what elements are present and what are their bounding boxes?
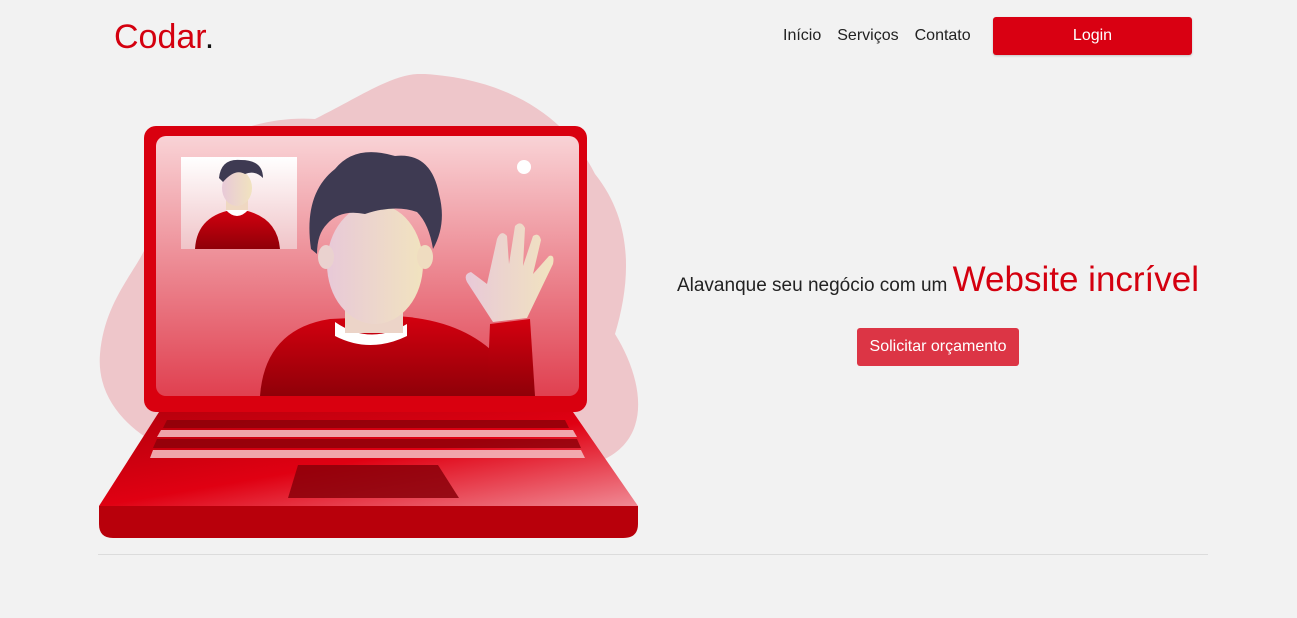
- hero-text: Alavanque seu negócio com um Website inc…: [648, 258, 1228, 366]
- nav-link-servicos[interactable]: Serviços: [837, 26, 898, 46]
- main-nav: Início Serviços Contato: [783, 26, 971, 46]
- hero-headline: Alavanque seu negócio com um Website inc…: [648, 258, 1228, 308]
- login-button[interactable]: Login: [993, 17, 1192, 55]
- request-quote-button[interactable]: Solicitar orçamento: [856, 328, 1020, 366]
- nav-link-contato[interactable]: Contato: [915, 26, 971, 46]
- thumbnail-person: [181, 157, 297, 249]
- laptop-base: [99, 412, 638, 538]
- headline-prefix: Alavanque seu negócio com um: [676, 275, 948, 296]
- laptop-video-call-illustration: [99, 74, 639, 538]
- brand-dot: .: [204, 18, 215, 56]
- brand-name: Codar: [114, 18, 205, 56]
- headline-highlight: Website incrível: [952, 260, 1200, 299]
- section-divider: [98, 554, 1208, 555]
- nav-link-inicio[interactable]: Início: [783, 26, 821, 46]
- brand-logo[interactable]: Codar.: [114, 17, 214, 57]
